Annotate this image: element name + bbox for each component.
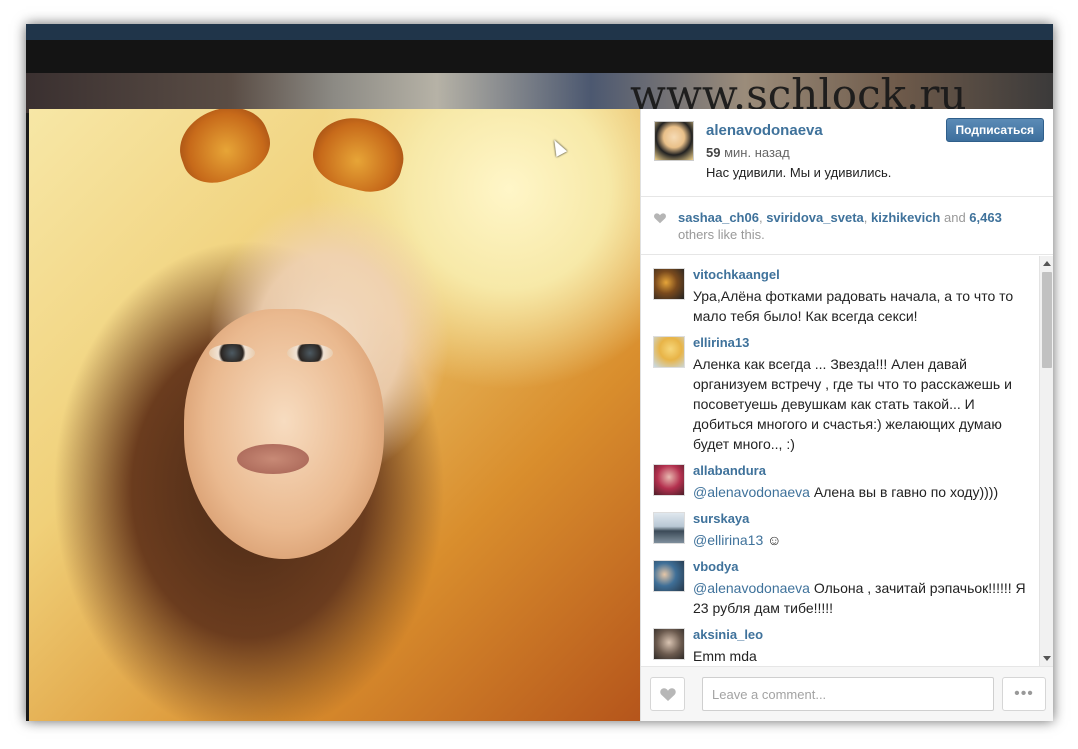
heart-icon (660, 688, 676, 701)
post-header: alenavodonaeva 59 мин. назад Нас удивили… (641, 109, 1053, 197)
comment-avatar[interactable] (653, 268, 685, 300)
comment-footer: ••• (641, 666, 1053, 721)
photo-ear-right (306, 109, 412, 200)
comment-input[interactable] (702, 677, 994, 711)
browser-window: www.schlock.ru alenavodonaeva 59 мин. на… (26, 24, 1053, 721)
comment-username[interactable]: allabandura (693, 463, 766, 478)
comment-username[interactable]: surskaya (693, 511, 749, 526)
comment-text: @alenavodonaeva Алена вы в гавно по ходу… (693, 482, 1031, 502)
comment-body: Алена вы в гавно по ходу)))) (809, 484, 999, 500)
photo-ear-left (169, 109, 279, 193)
comment-avatar[interactable] (653, 512, 685, 544)
comment-mention[interactable]: @alenavodonaeva (693, 484, 810, 500)
photo-eye-left (209, 344, 255, 362)
comment-avatar[interactable] (653, 560, 685, 592)
liker-username[interactable]: sviridova_sveta (766, 210, 864, 225)
likes-count[interactable]: 6,463 (969, 210, 1002, 225)
post-caption: Нас удивили. Мы и удивились. (706, 165, 892, 180)
post-timestamp: 59 мин. назад (706, 145, 790, 160)
post-side-panel: alenavodonaeva 59 мин. назад Нас удивили… (640, 109, 1053, 721)
post-time-unit: мин. назад (724, 145, 790, 160)
owner-avatar[interactable] (654, 121, 694, 161)
likes-and-text: and (940, 210, 970, 225)
liker-username[interactable]: kizhikevich (871, 210, 940, 225)
photo-eye-right (287, 344, 333, 362)
comment-text: Emm mda (693, 648, 757, 664)
comment-text: Ура,Алёна фотками радовать начала, а то … (693, 288, 1014, 324)
likes-suffix-text: others like this. (678, 227, 765, 242)
liker-username[interactable]: sashaa_ch06 (678, 210, 759, 225)
comment-mention[interactable]: @alenavodonaeva (693, 580, 810, 596)
photo-lips (237, 444, 309, 474)
page-header-bar (26, 24, 1053, 40)
photo-modal: alenavodonaeva 59 мин. назад Нас удивили… (29, 109, 1053, 721)
post-time-value: 59 (706, 145, 721, 160)
comment-avatar[interactable] (653, 336, 685, 368)
likes-section: sashaa_ch06, sviridova_sveta, kizhikevic… (641, 198, 1053, 255)
comment-avatar[interactable] (653, 464, 685, 496)
comments-scrollbar[interactable] (1039, 256, 1053, 666)
heart-icon (654, 213, 666, 224)
comment-mention[interactable]: @ellirina13 (693, 532, 763, 548)
mouse-cursor-icon (548, 137, 568, 157)
scroll-up-icon[interactable] (1043, 261, 1051, 266)
comment-avatar[interactable] (653, 628, 685, 660)
scrollbar-thumb[interactable] (1042, 272, 1052, 368)
scroll-down-icon[interactable] (1043, 656, 1051, 661)
comment-username[interactable]: aksinia_leo (693, 627, 763, 642)
likes-summary: sashaa_ch06, sviridova_sveta, kizhikevic… (678, 209, 1028, 243)
comment-username[interactable]: vitochkaangel (693, 267, 780, 282)
comment-text: @ellirina13 ☺ (693, 530, 1031, 550)
comment-body: ☺ (763, 532, 782, 548)
comments-list: vitochkaangel Ура,Алёна фотками радовать… (641, 256, 1053, 666)
comment-text: Аленка как всегда ... Звезда!!! Ален дав… (693, 356, 1012, 452)
more-options-button[interactable]: ••• (1002, 677, 1046, 711)
comment-username[interactable]: ellirina13 (693, 335, 749, 350)
owner-username[interactable]: alenavodonaeva (706, 122, 823, 139)
comment-text: @alenavodonaeva Ольона , зачитай рэпачьо… (693, 578, 1031, 618)
like-button[interactable] (650, 677, 685, 711)
page-dark-band (26, 40, 1053, 73)
likes-separator: , (863, 210, 871, 225)
comment-username[interactable]: vbodya (693, 559, 739, 574)
follow-button[interactable]: Подписаться (945, 118, 1044, 142)
post-photo[interactable] (29, 109, 640, 721)
